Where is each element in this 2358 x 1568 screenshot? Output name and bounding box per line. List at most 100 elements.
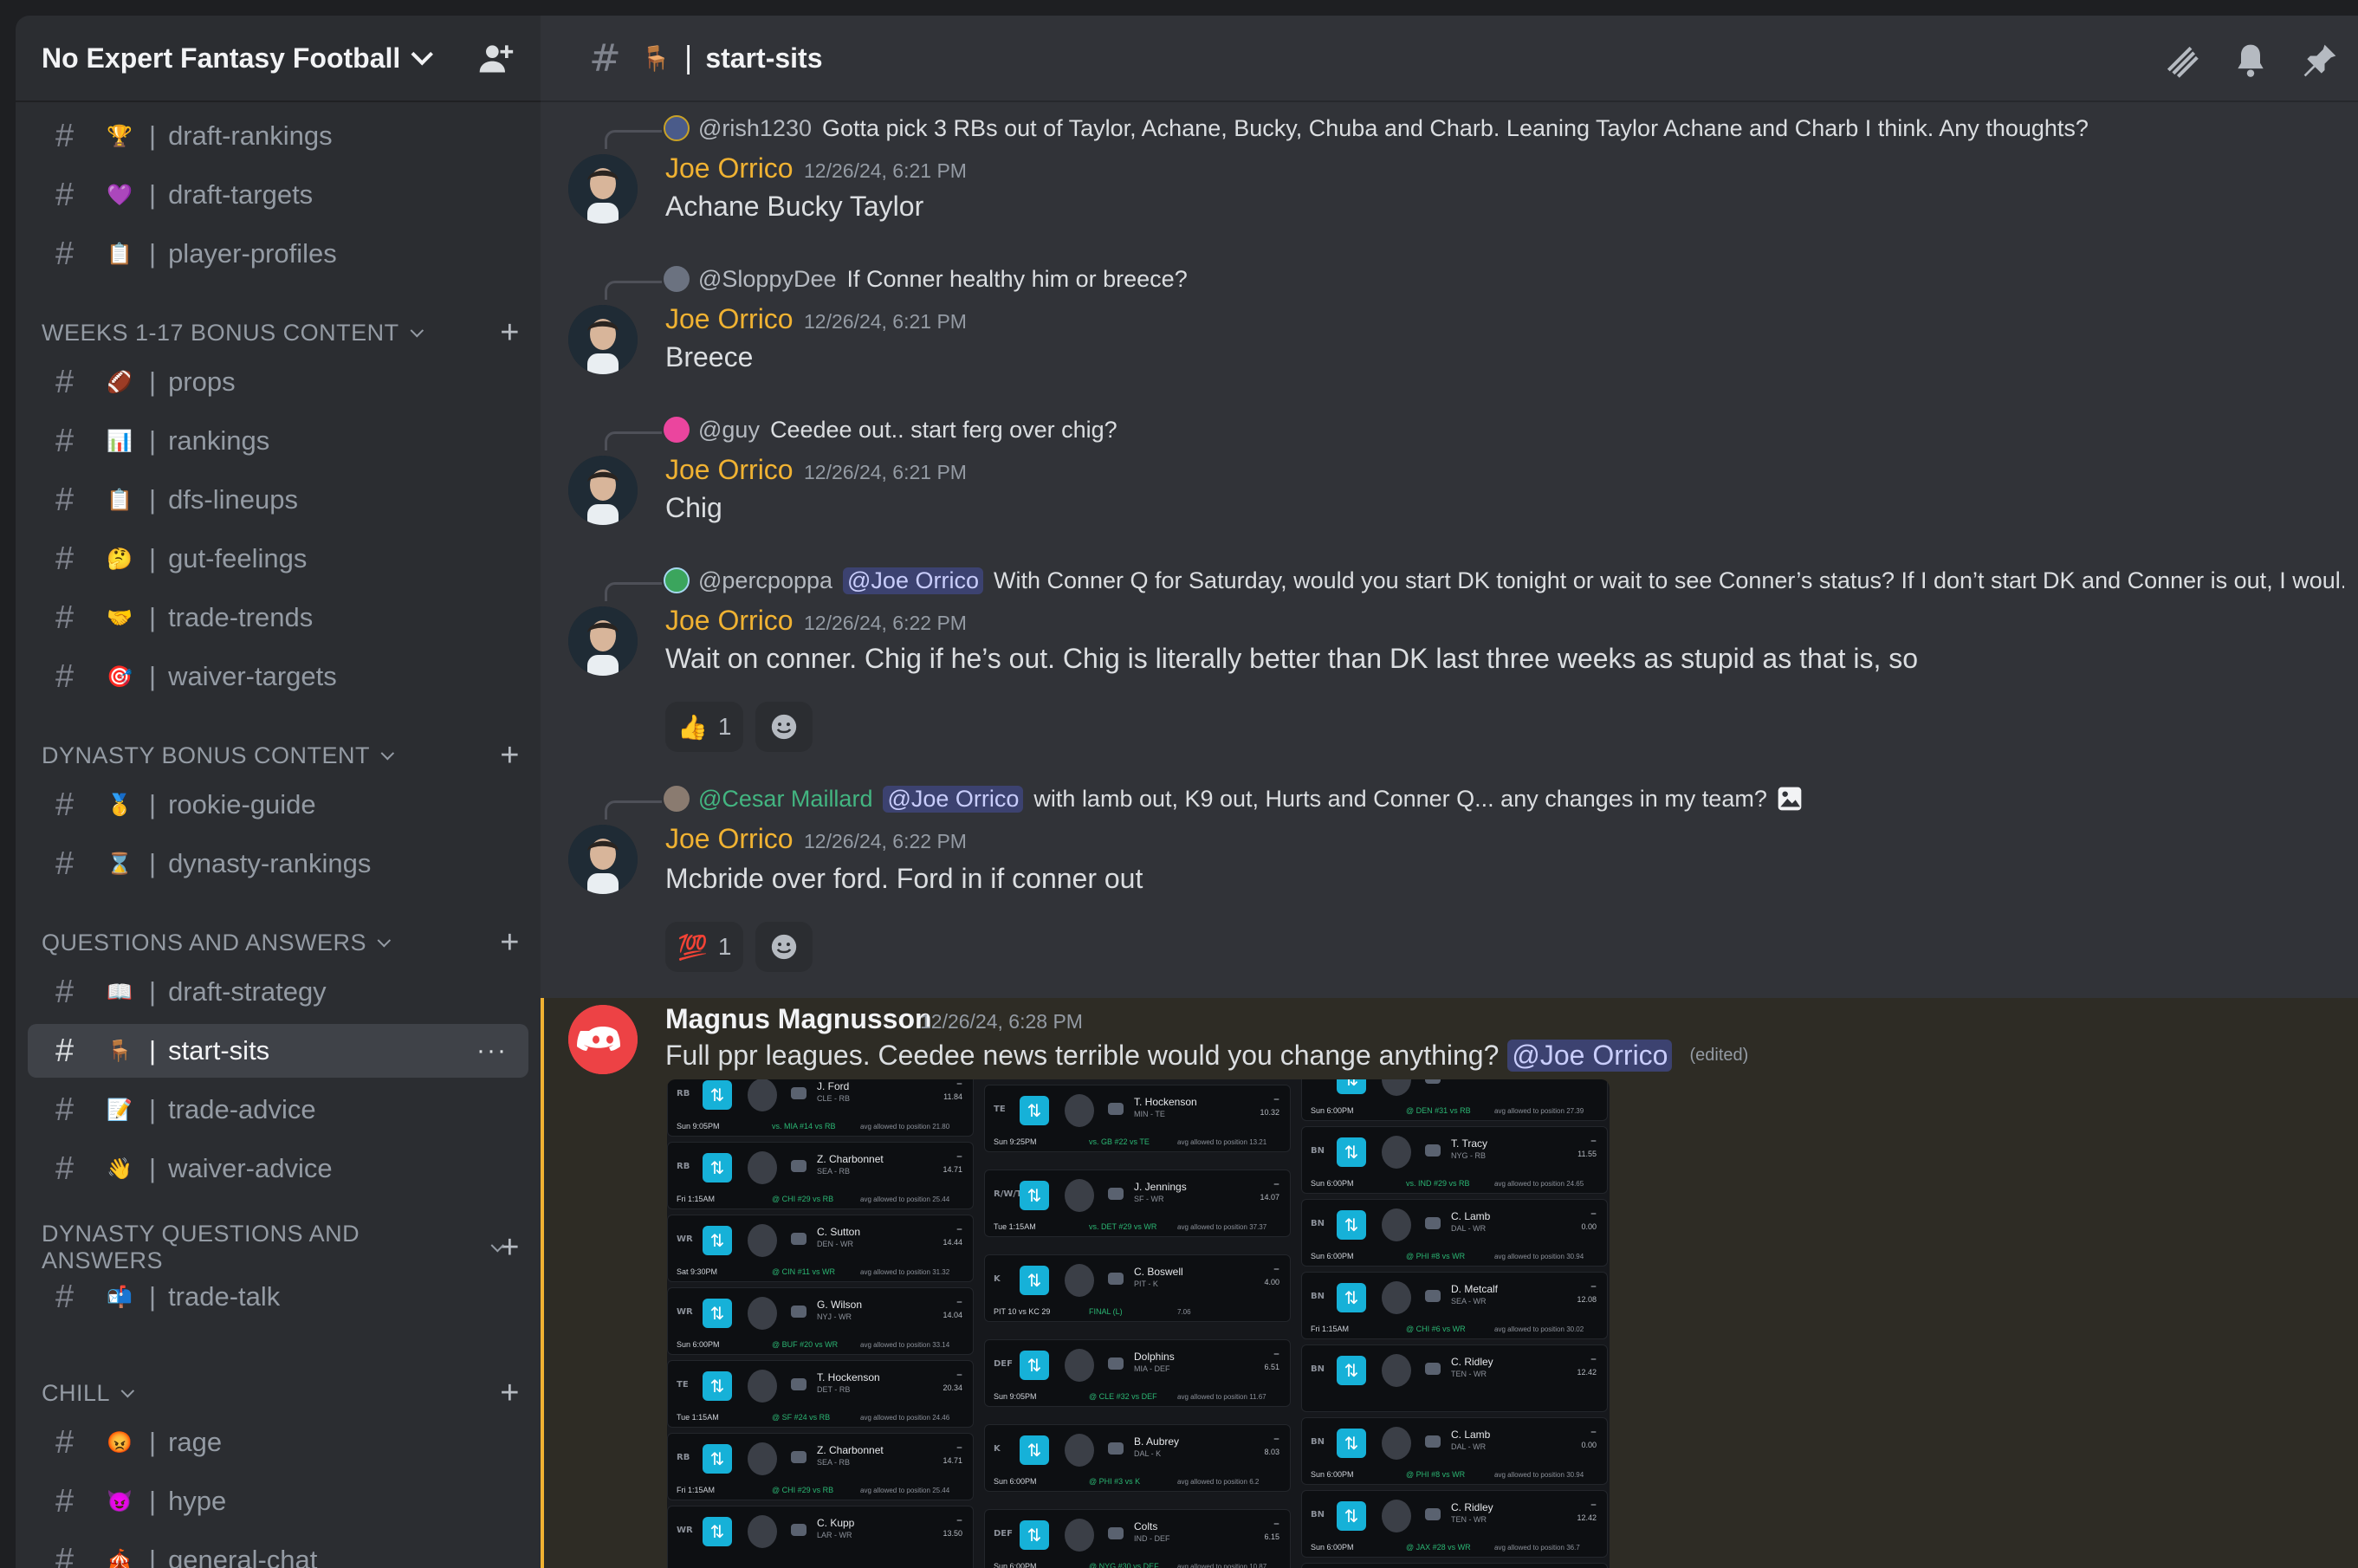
reply-mention[interactable]: @Joe Orrico (843, 567, 983, 594)
channel-draft-rankings[interactable]: # 🏆 | draft-rankings (28, 109, 528, 163)
message-author[interactable]: Joe Orrico (665, 454, 794, 486)
avatar[interactable] (568, 606, 638, 676)
projected-points: 0.00 (1581, 1222, 1597, 1231)
avatar (664, 786, 690, 812)
dash-mark: – (1273, 1517, 1279, 1531)
game-time: Fri 1:15AM (677, 1195, 716, 1203)
pin-icon[interactable] (2301, 42, 2339, 80)
image-attachment[interactable]: RB ⇅ J. Ford CLE - RB –11.84 Sun 9:05PM vs. MI… (667, 1079, 1610, 1568)
channel-general-chat[interactable]: # 🎪 | general-chat (28, 1533, 528, 1568)
category-weeks-bonus[interactable]: WEEKS 1-17 BONUS CONTENT + (42, 314, 528, 352)
reply-reference[interactable]: @guy Ceedee out.. start ferg over chig? (664, 412, 2344, 447)
channel-draft-strategy[interactable]: # 📖 | draft-strategy (28, 965, 528, 1019)
bell-icon[interactable] (2232, 42, 2270, 80)
dash-mark: – (956, 1150, 962, 1163)
reaction-thumbs-up[interactable]: 👍 1 (665, 702, 744, 752)
message-author[interactable]: Joe Orrico (665, 303, 794, 335)
opponent-matchup: @ CHI #6 vs WR (1406, 1325, 1466, 1333)
dash-mark: – (1273, 1092, 1279, 1106)
server-header[interactable]: No Expert Fantasy Football (16, 16, 541, 102)
avatar[interactable] (568, 456, 638, 525)
add-channel-icon[interactable]: + (500, 1229, 520, 1267)
game-time: Sun 6:00PM (677, 1340, 720, 1349)
hashtag-icon: # (55, 481, 74, 518)
player-name: G. Wilson (817, 1299, 863, 1311)
channel-trade-trends[interactable]: # 🤝 | trade-trends (28, 591, 528, 645)
channel-gut-feelings[interactable]: # 🤔 | gut-feelings (28, 532, 528, 586)
add-channel-icon[interactable]: + (500, 737, 520, 774)
channel-waiver-advice[interactable]: # 👋 | waiver-advice (28, 1142, 528, 1195)
channel-player-profiles[interactable]: # 📋 | player-profiles (28, 227, 528, 281)
position-label: K (994, 1444, 1001, 1454)
channel-emoji-icon: 💜 (107, 183, 133, 207)
chevron-down-icon (120, 1383, 135, 1397)
reply-reference[interactable]: @Cesar Maillard @Joe Orrico with lamb ou… (664, 781, 2344, 816)
avatar[interactable] (568, 825, 638, 894)
category-dynasty-questions[interactable]: DYNASTY QUESTIONS AND ANSWERS + (42, 1221, 528, 1273)
hashtag-icon: # (55, 117, 74, 154)
threads-icon[interactable] (2162, 42, 2200, 80)
message-author[interactable]: Magnus Magnusson (665, 1003, 932, 1035)
lineup-player-card: DEF ⇅ Colts IND - DEF –6.15 Sun 6:00PM @ NYG #… (984, 1509, 1291, 1568)
swap-icon: ⇅ (1337, 1356, 1366, 1385)
reply-reference[interactable]: @SloppyDee If Conner healthy him or bree… (664, 262, 2344, 296)
channel-start-sits[interactable]: # 🪑 | start-sits ··· (28, 1024, 528, 1078)
category-title: DYNASTY QUESTIONS AND ANSWERS (42, 1221, 360, 1273)
add-reaction-button[interactable] (755, 702, 813, 752)
discord-avatar-icon (664, 417, 690, 443)
avatar[interactable] (568, 305, 638, 374)
swap-icon: ⇅ (703, 1371, 732, 1401)
reaction-hundred[interactable]: 💯 1 (665, 922, 744, 972)
lineup-player-card: DEF ⇅ Dolphins MIA - DEF – 6.51 Sun 9:05PM @ CL… (984, 1339, 1291, 1407)
category-dynasty-bonus[interactable]: DYNASTY BONUS CONTENT + (42, 737, 528, 774)
channel-rage[interactable]: # 😡 | rage (28, 1416, 528, 1469)
message-author[interactable]: Joe Orrico (665, 605, 794, 637)
swap-icon: ⇅ (1020, 1351, 1049, 1380)
reply-reference[interactable]: @rish1230 Gotta pick 3 RBs out of Taylor… (664, 111, 2344, 146)
projected-points: 20.34 (943, 1383, 962, 1392)
channel-rankings[interactable]: # 📊 | rankings (28, 414, 528, 468)
channel-emoji-icon: 📝 (107, 1098, 133, 1122)
category-chill[interactable]: CHILL + (42, 1375, 528, 1412)
add-channel-icon[interactable]: + (500, 1375, 520, 1412)
more-options-icon[interactable]: ··· (476, 1036, 508, 1066)
message-author[interactable]: Joe Orrico (665, 152, 794, 185)
add-channel-icon[interactable]: + (500, 314, 520, 352)
channel-trade-talk[interactable]: # 📬 | trade-talk (28, 1270, 528, 1324)
channel-draft-targets[interactable]: # 💜 | draft-targets (28, 168, 528, 222)
add-channel-icon[interactable]: + (500, 924, 520, 962)
hashtag-icon: # (55, 235, 74, 272)
channel-props[interactable]: # 🏈 | props (28, 355, 528, 409)
avg-allowed: avg allowed to position 24.46 (860, 1414, 949, 1422)
invite-people-icon[interactable] (476, 39, 515, 77)
channel-dfs-lineups[interactable]: # 📋 | dfs-lineups (28, 473, 528, 527)
channel-emoji-icon: 🏈 (107, 370, 133, 394)
hashtag-icon: # (55, 363, 74, 400)
lineup-player-card: WR ⇅ G. Wilson NYJ - WR – 14.04 Sun 6:00PM @ BU… (667, 1287, 974, 1355)
channel-hype[interactable]: # 😈 | hype (28, 1474, 528, 1528)
player-team: SEA - WR (1451, 1297, 1487, 1306)
message-author[interactable]: Joe Orrico (665, 823, 794, 855)
reply-mention[interactable]: @Joe Orrico (883, 785, 1024, 813)
mention[interactable]: @Joe Orrico (1507, 1040, 1673, 1072)
team-logo-icon (791, 1451, 807, 1463)
swap-icon: ⇅ (1020, 1520, 1049, 1550)
avatar[interactable] (568, 154, 638, 224)
avg-allowed: avg allowed to position 30.94 (1494, 1471, 1584, 1479)
avg-label: avg allowed to position (1494, 1325, 1564, 1333)
player-name: C. Sutton (817, 1226, 861, 1238)
swap-icon: ⇅ (1020, 1181, 1049, 1210)
add-reaction-button[interactable] (755, 922, 813, 972)
discord-avatar-icon[interactable] (568, 1005, 638, 1074)
category-questions-and-answers[interactable]: QUESTIONS AND ANSWERS + (42, 924, 528, 962)
channel-trade-advice[interactable]: # 📝 | trade-advice (28, 1083, 528, 1137)
player-team: NYJ - WR (817, 1312, 852, 1321)
channel-label: hype (168, 1486, 227, 1516)
reply-reference[interactable]: @percpoppa @Joe Orrico With Conner Q for… (664, 563, 2344, 598)
avg-value: 36.7 (1566, 1544, 1580, 1552)
reply-username: @percpoppa (698, 567, 833, 593)
lineup-player-card: RB ⇅ J. Ford CLE - RB –11.84 Sun 9:05PM vs. MI… (667, 1079, 974, 1137)
channel-waiver-targets[interactable]: # 🎯 | waiver-targets (28, 650, 528, 703)
channel-rookie-guide[interactable]: # 🥇 | rookie-guide (28, 778, 528, 832)
channel-dynasty-rankings[interactable]: # ⌛ | dynasty-rankings (28, 837, 528, 891)
